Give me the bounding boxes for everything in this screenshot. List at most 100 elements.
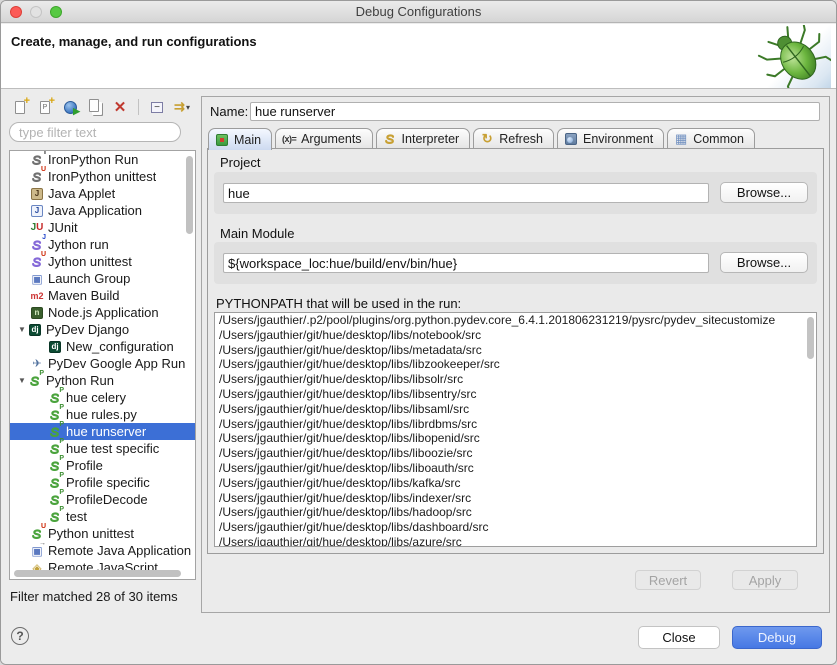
tree-item-label: Java Application xyxy=(48,203,142,218)
tree-item[interactable]: Phue rules.py xyxy=(10,406,195,423)
tree-item[interactable]: UJython unittest xyxy=(10,253,195,270)
python-run-icon: P xyxy=(48,476,62,490)
tab-arguments[interactable]: (x)=Arguments xyxy=(275,128,372,149)
help-icon[interactable]: ? xyxy=(11,627,29,645)
tree-item[interactable]: Phue celery xyxy=(10,389,195,406)
tab-refresh[interactable]: ↻Refresh xyxy=(473,128,554,149)
python-unittest-icon: U xyxy=(30,527,44,541)
zoom-window-icon[interactable] xyxy=(50,6,62,18)
tab-label: Main xyxy=(234,133,261,147)
tree-item-label: Jython run xyxy=(48,237,109,252)
tab-label: Refresh xyxy=(499,132,543,146)
tree-item-label: Python Run xyxy=(46,373,114,388)
expand-arrow-icon[interactable]: ▼ xyxy=(18,325,28,334)
tree-item[interactable]: PProfile xyxy=(10,457,195,474)
tree-item-label: ProfileDecode xyxy=(66,492,148,507)
tab-common[interactable]: ▦Common xyxy=(667,128,755,149)
pythonpath-entry[interactable]: /Users/jgauthier/git/hue/desktop/libs/ha… xyxy=(215,505,816,520)
pythonpath-entry[interactable]: /Users/jgauthier/git/hue/desktop/libs/ka… xyxy=(215,476,816,491)
pythonpath-entry[interactable]: /Users/jgauthier/git/hue/desktop/libs/li… xyxy=(215,431,816,446)
project-input[interactable] xyxy=(223,183,709,203)
pythonpath-entry[interactable]: /Users/jgauthier/git/hue/desktop/libs/li… xyxy=(215,446,816,461)
python-run-icon: P xyxy=(28,374,42,388)
tree-item[interactable]: Phue runserver xyxy=(10,423,195,440)
launch-group-icon: ▣ xyxy=(30,272,44,286)
pythonpath-entry[interactable]: /Users/jgauthier/git/hue/desktop/libs/in… xyxy=(215,491,816,506)
tree-item[interactable]: ▼djPyDev Django xyxy=(10,321,195,338)
pythonpath-list[interactable]: /Users/jgauthier/.p2/pool/plugins/org.py… xyxy=(214,312,817,547)
tree-item[interactable]: JUJUnit xyxy=(10,219,195,236)
tree-item-label: Python unittest xyxy=(48,526,134,541)
pythonpath-entry[interactable]: /Users/jgauthier/git/hue/desktop/libs/da… xyxy=(215,520,816,535)
tree-item-label: IronPython unittest xyxy=(48,169,156,184)
python-run-icon: P xyxy=(48,459,62,473)
tree-item[interactable]: m2Maven Build xyxy=(10,287,195,304)
tree-hscrollbar-thumb[interactable] xyxy=(14,570,181,577)
tree-item[interactable]: nNode.js Application xyxy=(10,304,195,321)
tree-item[interactable]: Phue test specific xyxy=(10,440,195,457)
pythonpath-entry[interactable]: /Users/jgauthier/git/hue/desktop/libs/me… xyxy=(215,343,816,358)
filter-configurations-icon[interactable]: ⇉▾ xyxy=(173,98,191,116)
new-prototype-icon[interactable]: P+ xyxy=(36,98,54,116)
duplicate-configuration-icon[interactable] xyxy=(86,98,104,116)
tree-item[interactable]: djNew_configuration xyxy=(10,338,195,355)
tab-environment[interactable]: Environment xyxy=(557,128,664,149)
tree-item[interactable]: PProfile specific xyxy=(10,474,195,491)
tree-item[interactable]: PProfileDecode xyxy=(10,491,195,508)
export-configurations-icon[interactable]: ▶ xyxy=(61,98,79,116)
expand-arrow-icon[interactable]: ▼ xyxy=(18,376,28,385)
close-window-icon[interactable] xyxy=(10,6,22,18)
django-icon: dj xyxy=(48,340,62,354)
pythonpath-entry[interactable]: /Users/jgauthier/git/hue/desktop/libs/no… xyxy=(215,328,816,343)
tree-item[interactable]: ▣Launch Group xyxy=(10,270,195,287)
revert-button[interactable]: Revert xyxy=(635,570,701,590)
tab-main[interactable]: Main xyxy=(208,128,272,150)
python-run-icon: P xyxy=(48,425,62,439)
django-icon: dj xyxy=(28,323,42,337)
tab-interpreter[interactable]: Interpreter xyxy=(376,128,471,149)
main-module-browse-button[interactable]: Browse... xyxy=(720,252,808,273)
tree-item-label: Maven Build xyxy=(48,288,120,303)
tree-item[interactable]: JJython run xyxy=(10,236,195,253)
pythonpath-entry[interactable]: /Users/jgauthier/git/hue/desktop/libs/az… xyxy=(215,535,816,547)
new-configuration-icon[interactable]: + xyxy=(11,98,29,116)
environment-tab-icon xyxy=(564,132,578,146)
tree-item-label: Remote Java Application xyxy=(48,543,191,558)
pythonpath-entry[interactable]: /Users/jgauthier/git/hue/desktop/libs/li… xyxy=(215,461,816,476)
tree-item[interactable]: ▣→Remote Java Application xyxy=(10,542,195,559)
main-module-input[interactable] xyxy=(223,253,709,273)
pythonpath-entry[interactable]: /Users/jgauthier/git/hue/desktop/libs/li… xyxy=(215,372,816,387)
tree-item[interactable]: ▼P Python Run xyxy=(10,372,195,389)
python-run-icon: P xyxy=(48,408,62,422)
collapse-all-icon[interactable]: − xyxy=(148,98,166,116)
debug-button[interactable]: Debug xyxy=(732,626,822,649)
tree-item[interactable]: UIronPython unittest xyxy=(10,168,195,185)
tree-item[interactable]: Ptest xyxy=(10,508,195,525)
pythonpath-entry[interactable]: /Users/jgauthier/git/hue/desktop/libs/li… xyxy=(215,387,816,402)
name-input[interactable] xyxy=(250,102,820,121)
tree-vscrollbar-thumb[interactable] xyxy=(186,156,193,234)
tree-item[interactable]: JJava Applet xyxy=(10,185,195,202)
apply-button[interactable]: Apply xyxy=(732,570,798,590)
project-browse-button[interactable]: Browse... xyxy=(720,182,808,203)
tree-item-label: hue celery xyxy=(66,390,126,405)
tree-item[interactable]: IIronPython Run xyxy=(10,151,195,168)
pythonpath-entry[interactable]: /Users/jgauthier/.p2/pool/plugins/org.py… xyxy=(215,313,816,328)
main-tab-content: Project Browse... Main Module Browse... … xyxy=(207,148,824,554)
tree-item[interactable]: ✈PyDev Google App Run xyxy=(10,355,195,372)
delete-configuration-icon[interactable]: ✕ xyxy=(111,98,129,116)
filter-status: Filter matched 28 of 30 items xyxy=(10,589,178,604)
pythonpath-scrollbar-thumb[interactable] xyxy=(807,317,814,359)
tab-label: Common xyxy=(693,132,744,146)
filter-input[interactable] xyxy=(9,122,181,142)
minimize-window-icon[interactable] xyxy=(30,6,42,18)
pythonpath-entry[interactable]: /Users/jgauthier/git/hue/desktop/libs/li… xyxy=(215,417,816,432)
pythonpath-entry[interactable]: /Users/jgauthier/git/hue/desktop/libs/li… xyxy=(215,402,816,417)
project-group: Browse... xyxy=(214,172,817,214)
pythonpath-entry[interactable]: /Users/jgauthier/git/hue/desktop/libs/li… xyxy=(215,357,816,372)
tree-item[interactable]: U Python unittest xyxy=(10,525,195,542)
pythonpath-label: PYTHONPATH that will be used in the run: xyxy=(216,296,461,311)
tree-item[interactable]: JJava Application xyxy=(10,202,195,219)
configurations-tree[interactable]: IIronPython RunUIronPython unittestJJava… xyxy=(9,150,196,580)
close-button[interactable]: Close xyxy=(638,626,720,649)
